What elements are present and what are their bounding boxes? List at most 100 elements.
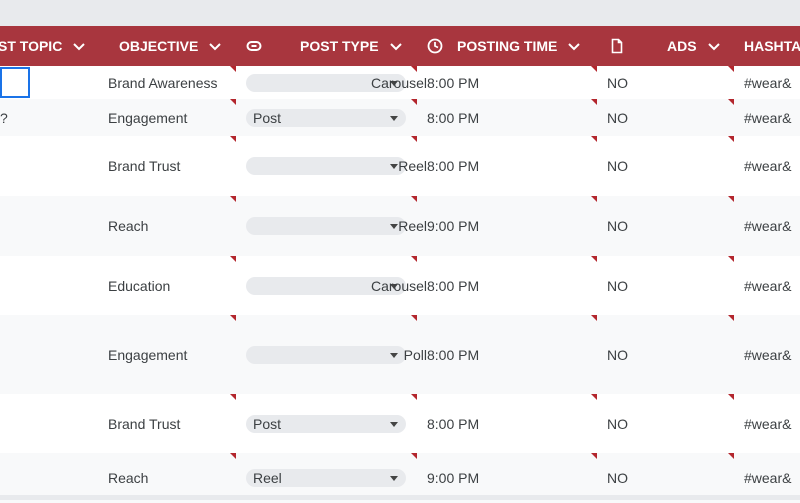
objective-cell[interactable]: Brand Awareness <box>108 66 233 99</box>
document-icon <box>609 26 625 66</box>
objective-cell[interactable]: Brand Trust <box>108 394 233 453</box>
hashtag-cell[interactable]: #wear& <box>744 394 800 453</box>
post-type-dropdown[interactable] <box>246 157 406 175</box>
post-type-dropdown[interactable] <box>246 345 406 364</box>
cell-note-marker-icon <box>230 136 236 142</box>
cell-note-marker-icon <box>230 453 236 459</box>
posting-time-cell[interactable]: 8:00 PM <box>427 256 577 315</box>
objective-cell[interactable]: Education <box>108 256 233 315</box>
topic-cell[interactable] <box>0 315 98 394</box>
chevron-down-icon[interactable] <box>389 39 403 53</box>
post-type-value: Post <box>253 109 282 126</box>
header-post-topic[interactable]: ST TOPIC <box>0 26 86 66</box>
chevron-down-icon[interactable] <box>707 39 721 53</box>
post-type-overflow-text: Reel <box>398 218 427 234</box>
table-row: ? Engagement Post 8:00 PM NO #wear& <box>0 99 800 136</box>
cell-note-marker-icon <box>728 66 734 72</box>
posting-time-cell[interactable]: 9:00 PM <box>427 196 577 256</box>
dropdown-caret-icon[interactable] <box>390 476 398 481</box>
posting-time-cell[interactable]: 8:00 PM <box>427 66 577 99</box>
column-header-row: ST TOPIC OBJECTIVE POST TYPE POSTING TIM… <box>0 26 800 66</box>
topic-cell[interactable] <box>0 196 98 256</box>
ads-cell[interactable]: NO <box>607 136 717 196</box>
posting-time-cell[interactable]: 8:00 PM <box>427 136 577 196</box>
ads-cell[interactable]: NO <box>607 394 717 453</box>
posting-time-cell[interactable]: 8:00 PM <box>427 315 577 394</box>
cell-note-marker-icon <box>728 315 734 321</box>
ads-cell[interactable]: NO <box>607 66 717 99</box>
dropdown-caret-icon[interactable] <box>390 352 398 358</box>
dropdown-caret-icon[interactable] <box>390 421 398 427</box>
post-type-overflow-text: Poll <box>403 346 427 363</box>
post-type-value: Post <box>253 415 282 432</box>
header-post-topic-label: ST TOPIC <box>0 38 63 54</box>
cell-note-marker-icon <box>591 315 597 321</box>
header-hashtags-label: HASHTA <box>744 38 800 54</box>
cell-note-marker-icon <box>591 394 597 400</box>
dropdown-caret-icon[interactable] <box>390 224 398 229</box>
cell-note-marker-icon <box>728 99 734 105</box>
cell-note-marker-icon <box>411 315 417 321</box>
ads-cell[interactable]: NO <box>607 256 717 315</box>
hashtag-cell[interactable]: #wear& <box>744 99 800 136</box>
clock-icon <box>427 26 443 66</box>
objective-cell[interactable]: Engagement <box>108 99 233 136</box>
cell-note-marker-icon <box>591 99 597 105</box>
hashtag-cell[interactable]: #wear& <box>744 66 800 99</box>
post-type-value: Reel <box>253 470 282 486</box>
topic-cell[interactable]: ? <box>0 99 98 136</box>
cell-note-marker-icon <box>230 315 236 321</box>
topic-cell[interactable] <box>0 394 98 453</box>
post-type-dropdown[interactable]: Post <box>246 108 406 127</box>
table-row: Engagement Poll 8:00 PM NO #wear& <box>0 315 800 394</box>
cell-note-marker-icon <box>591 256 597 262</box>
ads-cell[interactable]: NO <box>607 99 717 136</box>
link-chip-icon <box>246 26 262 66</box>
post-type-dropdown[interactable]: Reel <box>246 469 406 487</box>
header-post-type[interactable]: POST TYPE <box>300 26 403 66</box>
chevron-down-icon[interactable] <box>567 39 581 53</box>
ads-cell[interactable]: NO <box>607 315 717 394</box>
table-row: Brand Trust Post 8:00 PM NO #wear& <box>0 394 800 453</box>
post-type-dropdown[interactable] <box>246 217 406 235</box>
hashtag-cell[interactable]: #wear& <box>744 136 800 196</box>
header-ads[interactable]: ADS <box>667 26 721 66</box>
cell-note-marker-icon <box>230 394 236 400</box>
post-type-dropdown[interactable]: Post <box>246 414 406 433</box>
cell-note-marker-icon <box>411 66 417 72</box>
dropdown-caret-icon[interactable] <box>390 115 398 121</box>
header-objective[interactable]: OBJECTIVE <box>119 26 222 66</box>
objective-cell[interactable]: Reach <box>108 196 233 256</box>
topic-cell[interactable] <box>0 136 98 196</box>
hashtag-cell[interactable]: #wear& <box>744 315 800 394</box>
header-posting-time[interactable]: POSTING TIME <box>457 26 581 66</box>
hashtag-cell[interactable]: #wear& <box>744 196 800 256</box>
header-hashtags[interactable]: HASHTA <box>744 26 800 66</box>
cell-note-marker-icon <box>728 394 734 400</box>
table-row: Brand Awareness Carousel 8:00 PM NO #wear& <box>0 66 800 99</box>
ads-cell[interactable]: NO <box>607 196 717 256</box>
table-row: Reach Reel 9:00 PM NO #wear& <box>0 196 800 256</box>
header-post-type-label: POST TYPE <box>300 38 379 54</box>
cell-note-marker-icon <box>230 99 236 105</box>
topic-cell[interactable] <box>0 256 98 315</box>
header-posting-time-label: POSTING TIME <box>457 38 558 54</box>
bottom-edge <box>0 495 800 500</box>
objective-cell[interactable]: Engagement <box>108 315 233 394</box>
chevron-down-icon[interactable] <box>208 39 222 53</box>
cell-note-marker-icon <box>591 66 597 72</box>
table-row: Brand Trust Reel 8:00 PM NO #wear& <box>0 136 800 196</box>
cell-note-marker-icon <box>728 136 734 142</box>
dropdown-caret-icon[interactable] <box>390 164 398 169</box>
cell-note-marker-icon <box>591 136 597 142</box>
selected-cell-cursor[interactable] <box>0 67 30 98</box>
cell-note-marker-icon <box>411 256 417 262</box>
cell-note-marker-icon <box>411 136 417 142</box>
post-type-overflow-text: Carousel <box>370 277 427 294</box>
posting-time-cell[interactable]: 8:00 PM <box>427 394 577 453</box>
chevron-down-icon[interactable] <box>72 39 86 53</box>
hashtag-cell[interactable]: #wear& <box>744 256 800 315</box>
objective-cell[interactable]: Brand Trust <box>108 136 233 196</box>
posting-time-cell[interactable]: 8:00 PM <box>427 99 577 136</box>
cell-note-marker-icon <box>230 256 236 262</box>
